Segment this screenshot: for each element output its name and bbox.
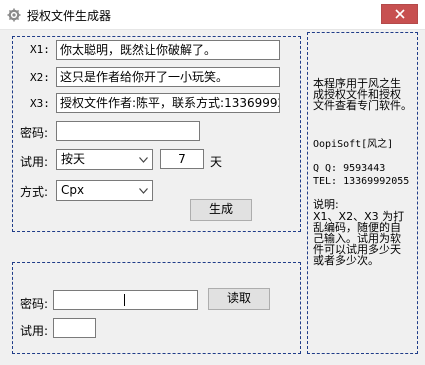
method-value: Cpx (61, 183, 85, 197)
reader-password-label: 密码: (20, 297, 49, 311)
generate-button[interactable]: 生成 (190, 199, 252, 221)
note-line: 或者多少次。 (313, 254, 379, 267)
text-caret (124, 294, 125, 306)
intro-text: 本程序用于风之生 成授权文件和授权 文件查看专门软件。 (313, 78, 417, 111)
x3-label: X3: (30, 97, 50, 110)
trial-mode-value: 按天 (61, 152, 86, 166)
x3-field[interactable]: 授权文件作者:陈平，联系方式:133699920! (56, 93, 280, 113)
intro-line: 文件查看专门软件。 (313, 99, 412, 112)
chevron-down-icon (139, 157, 148, 163)
x2-field[interactable]: 这只是作者给你开了一小玩笑。 (56, 67, 280, 87)
x1-field[interactable]: 你太聪明，既然让你破解了。 (56, 40, 280, 60)
reader-trial-label: 试用: (20, 324, 49, 338)
read-button[interactable]: 读取 (208, 288, 270, 310)
window-title: 授权文件生成器 (27, 9, 112, 23)
close-icon (394, 9, 405, 19)
close-button[interactable] (381, 4, 418, 24)
trial-mode-select[interactable]: 按天 (56, 149, 153, 170)
password-label: 密码: (20, 126, 49, 140)
trial-count-field[interactable]: 7 (160, 149, 204, 169)
trial-label: 试用: (20, 155, 49, 169)
gear-icon (7, 8, 21, 22)
tel-contact: TEL: 13369992055 (313, 176, 410, 187)
method-label: 方式: (20, 185, 49, 199)
title-bar: 授权文件生成器 (0, 0, 425, 30)
trial-unit-label: 天 (210, 155, 223, 169)
qq-contact: Q Q: 9593443 (313, 163, 386, 174)
reader-password-field[interactable] (53, 290, 198, 310)
method-select[interactable]: Cpx (56, 180, 153, 201)
note-title: 说明: (313, 198, 339, 211)
password-field[interactable] (56, 121, 200, 141)
x1-label: X1: (30, 43, 50, 56)
reader-trial-field[interactable] (53, 318, 96, 338)
chevron-down-icon (139, 188, 148, 194)
company-name: OopiSoft[风之] (313, 139, 394, 150)
x2-label: X2: (30, 71, 50, 84)
note-text: X1、X2、X3 为打 乱编码，随便的自 己输入。试用为软 件可以试用多少天 或… (313, 211, 417, 266)
